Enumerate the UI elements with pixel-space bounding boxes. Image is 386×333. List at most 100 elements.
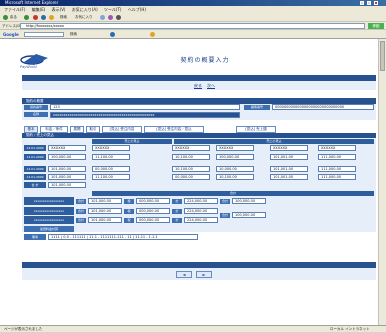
print-icon[interactable] [116, 15, 121, 20]
company-logo: PayWorld [20, 52, 60, 74]
grid-cell[interactable]: XXXXXX [216, 145, 254, 151]
refresh-icon[interactable] [41, 15, 46, 20]
customer-number-label: 顧客番号 [244, 105, 270, 110]
grid-cell[interactable]: XXXXXX [270, 145, 308, 151]
grid-total-cell[interactable]: 101,000.00 [48, 182, 86, 188]
grid-cell[interactable]: 101,001.00 [270, 154, 308, 160]
highlight-icon[interactable] [150, 32, 155, 37]
browser-toolbar: 戻る 検索 お気に入り [0, 13, 386, 22]
scrollbar-thumb[interactable] [380, 41, 385, 71]
calc-value[interactable]: 100,000.00 [232, 198, 266, 204]
grid-cell[interactable]: 111,000.00 [318, 166, 356, 172]
logo-text: PayWorld [20, 65, 37, 69]
home-icon[interactable] [49, 15, 54, 20]
grid-cell[interactable]: 111,000.00 [318, 174, 356, 180]
grid-cell[interactable]: 101,001.00 [270, 166, 308, 172]
grid-cell[interactable]: 10,100.00 [216, 174, 254, 180]
grid-cell[interactable]: 11,100.00 [92, 154, 130, 160]
grid-cell[interactable]: 00,000.00 [172, 174, 210, 180]
name-input[interactable]: xxxxxxxxxxxxxxxxxxxxxxxxxxxxxxxxxxxxxxxx… [50, 112, 240, 118]
close-button[interactable] [374, 1, 378, 5]
menu-edit[interactable]: 編集(E) [32, 7, 46, 12]
grid-row-label-2: 12.01.2009 [24, 154, 46, 160]
note-input[interactable]: 1111 | 0.0 - 111111 | 11.1 - 1111111.111… [48, 234, 198, 240]
stop-icon[interactable] [33, 15, 38, 20]
menu-file[interactable]: ファイル(F) [4, 7, 25, 12]
grid-cell[interactable]: 100,000.00 [48, 154, 86, 160]
grid-cell[interactable]: XXXXXX [318, 145, 356, 151]
calc-value[interactable]: 101,000.00 [88, 208, 122, 214]
popup-blocker-icon[interactable] [110, 32, 115, 37]
grid-cell[interactable]: 11,100.00 [92, 174, 130, 180]
customer-number-input[interactable]: 0000000000000000000000000000000 [272, 104, 374, 110]
grid-cell[interactable]: XXXXXX [48, 145, 86, 151]
grid-cell[interactable]: XXXXXX [172, 145, 210, 151]
logo-icon [20, 54, 48, 65]
calc-key: 計 [172, 209, 182, 214]
calc-key: 税 [124, 218, 134, 223]
grid-cell[interactable]: 111,000.00 [318, 154, 356, 160]
grid-cell[interactable]: 101,000.00 [48, 166, 86, 172]
grid-row-label-total: 合 計 [24, 182, 46, 188]
calc-value[interactable]: 000,000.00 [136, 198, 170, 204]
back-button-label[interactable]: 戻る [10, 15, 17, 20]
minimize-button[interactable] [360, 1, 364, 5]
address-bar: アドレス(D) http://fxxxxxxx/xxxxx 移動 [0, 22, 386, 30]
note-label: 備考 [24, 234, 46, 240]
menu-tools[interactable]: ツール(T) [104, 7, 122, 12]
next-link[interactable]: 次へ [207, 83, 215, 89]
prev-page-button[interactable]: ◄ [176, 271, 192, 278]
contract-number-label: 契約番号 [24, 105, 48, 110]
grid-cell[interactable]: XXXXXX [92, 145, 130, 151]
grid-cell[interactable]: 101,000.00 [48, 174, 86, 180]
back-arrow-icon[interactable] [3, 15, 8, 20]
calc-value[interactable]: 224,000.00 [184, 208, 218, 214]
menu-help[interactable]: ヘルプ(H) [128, 7, 146, 12]
next-page-button[interactable]: ► [196, 271, 212, 278]
google-search-button[interactable]: 検索 [70, 32, 77, 37]
tab-transaction[interactable]: 取引 [86, 126, 100, 133]
tab-basic[interactable]: 基本 [24, 126, 38, 133]
calc-key: 税 [124, 209, 134, 214]
menu-favorites[interactable]: お気に入り(A) [72, 7, 98, 12]
calc-key: 合計 [76, 209, 86, 214]
maximize-button[interactable] [367, 1, 371, 5]
tab-sales-amount[interactable]: [見込] 売上額 [236, 126, 276, 133]
calc-value[interactable]: 224,000.00 [184, 217, 218, 223]
tab-fee-conditions[interactable]: 料金／条件 [40, 126, 68, 133]
address-input[interactable]: http://fxxxxxxx/xxxxx [20, 23, 365, 29]
contract-number-input[interactable]: 123 [50, 104, 240, 110]
forward-arrow-icon[interactable] [24, 15, 29, 20]
calc-value[interactable]: 100,000.00 [232, 212, 266, 218]
back-link[interactable]: 戻る [194, 83, 202, 89]
grid-header-right: 売上の見込 [174, 139, 374, 144]
grid-row-label-1: 12.01.2009 [24, 145, 46, 151]
grid-row-label-3: 12.01.2009 [24, 166, 46, 172]
google-toolbar: Google 検索 [0, 30, 386, 39]
grid-cell[interactable]: 100,000.00 [216, 154, 254, 160]
calc-key: 計 [172, 218, 182, 223]
favorites-button[interactable]: お気に入り [75, 15, 93, 20]
search-button[interactable]: 検索 [60, 15, 67, 20]
calc-value[interactable]: 000,000.00 [136, 217, 170, 223]
grid-cell[interactable]: 10,000.00 [216, 166, 254, 172]
grid-cell[interactable]: 101,001.00 [270, 174, 308, 180]
rate-calc-button[interactable]: 最低料金計算 [24, 226, 74, 232]
grid-cell[interactable]: 10,100.00 [172, 154, 210, 160]
calc-value[interactable]: 101,000.00 [88, 217, 122, 223]
grid-cell[interactable]: 00,000.00 [92, 166, 130, 172]
tab-order-content[interactable]: [見込] 受注内容 [102, 126, 142, 133]
calc-value[interactable]: 000,000.00 [136, 208, 170, 214]
history-icon[interactable] [100, 15, 105, 20]
menu-view[interactable]: 表示(V) [52, 7, 66, 12]
tab-order-forecast[interactable]: [見込] 受注内容／見込 [144, 126, 204, 133]
go-button[interactable]: 移動 [368, 23, 384, 29]
vertical-scrollbar[interactable] [378, 39, 386, 325]
grid-cell[interactable]: 10,100.00 [172, 166, 210, 172]
calc-value[interactable]: 101,000.00 [88, 198, 122, 204]
calc-key: 合計 [220, 213, 230, 218]
calc-value[interactable]: 224,000.00 [184, 198, 218, 204]
mail-icon[interactable] [108, 15, 113, 20]
google-search-input[interactable] [24, 32, 64, 37]
tab-expand[interactable]: 展開 [70, 126, 84, 133]
